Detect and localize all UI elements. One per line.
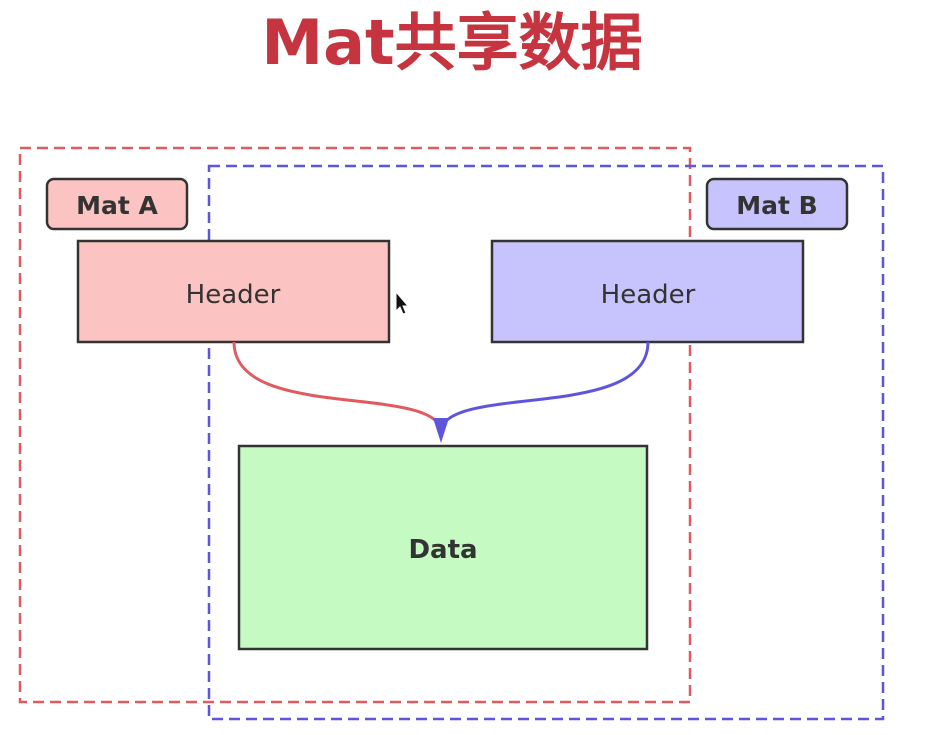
mouse-cursor-icon [395,290,410,315]
mat-a-data-pointer [232,341,443,429]
data-box-label: Data [408,535,477,565]
page-title: Mat共享数据 [261,6,642,79]
mat-b-header-label: Header [601,280,696,310]
pointer-arrowhead-icon [433,418,449,443]
mat-shared-data-diagram: Mat共享数据 Mat A Mat B Header Header Data [18,6,885,721]
mat-b-data-pointer [439,341,650,429]
mat-a-tag-label: Mat A [76,191,158,220]
mat-b-tag-label: Mat B [736,191,817,220]
mat-a-header-label: Header [186,280,281,310]
